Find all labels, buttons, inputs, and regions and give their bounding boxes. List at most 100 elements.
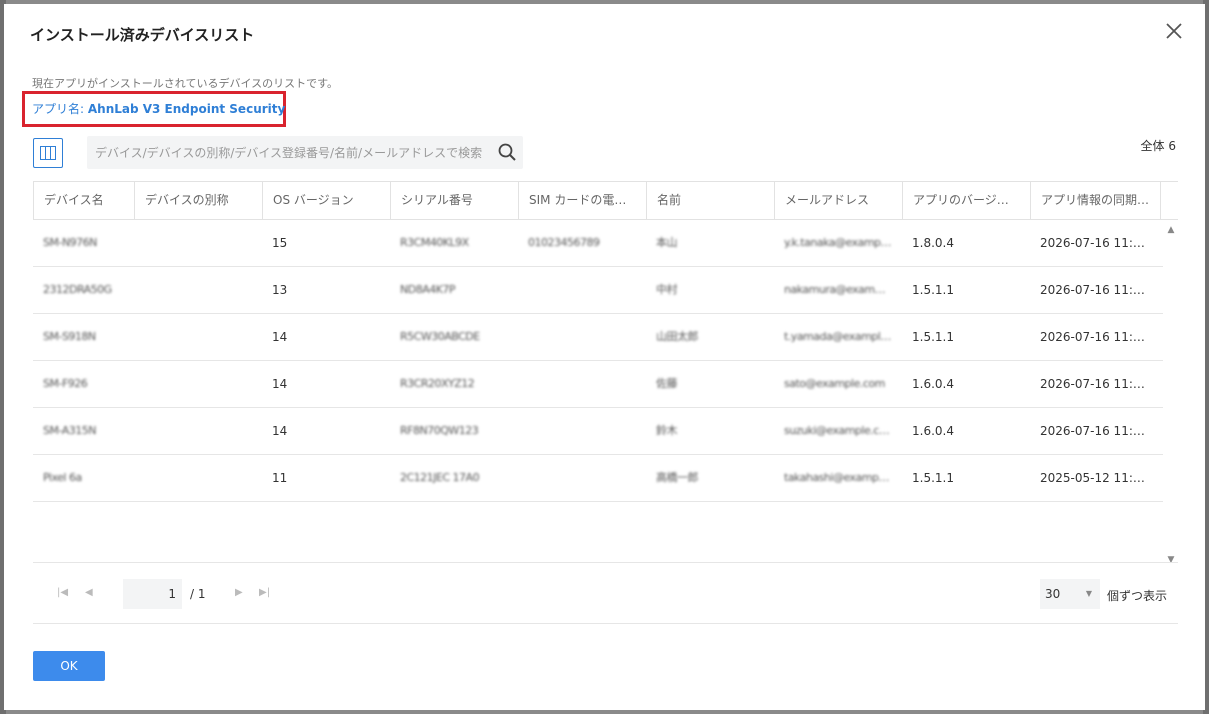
column-header-name[interactable]: 名前	[647, 182, 775, 219]
cell-email: takahashi@example.com	[784, 471, 902, 484]
cell-app-version: 1.5.1.1	[912, 283, 954, 297]
cell-sim-phone	[518, 455, 646, 501]
cell-sim-phone	[518, 361, 646, 407]
ok-button[interactable]: OK	[33, 651, 105, 681]
cell-device-name: Pixel 6a	[43, 471, 82, 484]
vertical-scrollbar[interactable]: ▲ ▼	[1164, 220, 1178, 565]
column-header-os-version[interactable]: OS バージョン	[263, 182, 391, 219]
dialog-description: 現在アプリがインストールされているデバイスのリストです。	[32, 77, 339, 90]
cell-name: 鈴木	[656, 424, 678, 437]
page-number-input[interactable]	[123, 579, 182, 609]
prev-page-icon[interactable]: ◀	[85, 587, 93, 598]
table-body: SM-N976N 15 R3CM40KL9X 01023456789 本山 y.k.tan…	[33, 220, 1178, 502]
cell-sim-phone: 01023456789	[528, 236, 600, 249]
table-row[interactable]: 2312DRA50G 13 ND8A4K7P 中村 nakamura@example.c…	[33, 267, 1163, 314]
table-header: デバイス名 デバイスの別称 OS バージョン シリアル番号 SIM カードの電話…	[33, 182, 1178, 220]
cell-name: 佐藤	[656, 377, 678, 390]
column-settings-button[interactable]	[33, 138, 63, 168]
total-count: 全体 6	[1140, 139, 1176, 153]
cell-email: t.yamada@example.com	[784, 330, 902, 343]
column-header-device-alias[interactable]: デバイスの別称	[135, 182, 263, 219]
cell-device-alias	[134, 455, 262, 501]
cell-sim-phone	[518, 267, 646, 313]
cell-name: 高橋一郎	[656, 471, 699, 484]
column-header-serial[interactable]: シリアル番号	[391, 182, 519, 219]
per-page-value: 30	[1045, 587, 1061, 601]
cell-device-alias	[134, 220, 262, 266]
device-table: デバイス名 デバイスの別称 OS バージョン シリアル番号 SIM カードの電話…	[33, 181, 1178, 565]
cell-sync-time: 2026-07-16 11:…	[1040, 283, 1145, 297]
table-row[interactable]: SM-F926 14 R3CR20XYZ12 佐藤 sato@example.com 1.…	[33, 361, 1163, 408]
close-button[interactable]	[1163, 20, 1185, 42]
cell-serial: ND8A4K7P	[400, 283, 456, 296]
cell-os-version: 13	[272, 283, 288, 297]
cell-device-name: SM-F926	[43, 377, 88, 390]
pagination: |◀ ◀ / 1 ▶ ▶| 30 ▼ 個ずつ表示	[33, 562, 1178, 624]
cell-app-version: 1.5.1.1	[912, 471, 954, 485]
cell-app-version: 1.6.0.4	[912, 424, 954, 438]
per-page-label: 個ずつ表示	[1107, 589, 1168, 603]
cell-name: 本山	[656, 236, 678, 249]
table-row[interactable]: SM-N976N 15 R3CM40KL9X 01023456789 本山 y.k.tan…	[33, 220, 1163, 267]
cell-device-alias	[134, 314, 262, 360]
cell-device-name: SM-A315N	[43, 424, 96, 437]
cell-sync-time: 2026-07-16 11:…	[1040, 424, 1145, 438]
cell-serial: R3CM40KL9X	[400, 236, 469, 249]
cell-email: y.k.tanaka@example.com	[784, 236, 902, 249]
cell-app-version: 1.6.0.4	[912, 377, 954, 391]
scroll-up-icon[interactable]: ▲	[1166, 225, 1176, 235]
cell-os-version: 15	[272, 236, 288, 250]
chevron-down-icon: ▼	[1085, 589, 1092, 598]
cell-os-version: 14	[272, 377, 288, 391]
table-row[interactable]: SM-A315N 14 RF8N70QW123 鈴木 suzuki@example.co…	[33, 408, 1163, 455]
last-page-icon[interactable]: ▶|	[259, 587, 270, 598]
cell-os-version: 14	[272, 424, 288, 438]
dialog-title: インストール済みデバイスリスト	[30, 26, 255, 44]
column-header-email[interactable]: メールアドレス	[775, 182, 903, 219]
close-icon	[1166, 23, 1182, 39]
cell-app-version: 1.5.1.1	[912, 330, 954, 344]
cell-device-alias	[134, 267, 262, 313]
cell-serial: R3CR20XYZ12	[400, 377, 475, 390]
column-header-app-version[interactable]: アプリのバージョン	[903, 182, 1031, 219]
column-header-sync-time[interactable]: アプリ情報の同期日時	[1031, 182, 1161, 219]
cell-email: suzuki@example.com	[784, 424, 896, 437]
cell-email: sato@example.com	[784, 377, 885, 390]
cell-sync-time: 2026-07-16 11:…	[1040, 330, 1145, 344]
cell-serial: 2C121JEC 17A0	[400, 471, 480, 484]
app-name: AhnLab V3 Endpoint Security	[87, 102, 286, 116]
next-page-icon[interactable]: ▶	[235, 587, 243, 598]
cell-device-alias	[134, 408, 262, 454]
column-header-sim-phone[interactable]: SIM カードの電話…	[519, 182, 647, 219]
search-icon[interactable]	[497, 142, 517, 162]
installed-devices-dialog: インストール済みデバイスリスト 現在アプリがインストールされているデバイスのリス…	[4, 4, 1205, 710]
app-label-prefix: アプリ名:	[32, 102, 88, 116]
search-box	[87, 136, 523, 169]
table-row[interactable]: SM-S918N 14 R5CW30ABCDE 山田太郎 t.yamada@exampl…	[33, 314, 1163, 361]
cell-name: 山田太郎	[656, 330, 699, 343]
column-header-device-name[interactable]: デバイス名	[34, 182, 135, 219]
cell-sync-time: 2025-05-12 11:…	[1040, 471, 1145, 485]
cell-sync-time: 2026-07-16 11:…	[1040, 377, 1145, 391]
cell-name: 中村	[656, 283, 678, 296]
cell-device-name: SM-S918N	[43, 330, 96, 343]
cell-device-name: 2312DRA50G	[43, 283, 112, 296]
cell-serial: RF8N70QW123	[400, 424, 479, 437]
per-page-select[interactable]: 30 ▼	[1040, 579, 1100, 609]
columns-icon	[40, 146, 56, 160]
cell-email: nakamura@example.com	[784, 283, 902, 296]
cell-app-version: 1.8.0.4	[912, 236, 954, 250]
cell-device-name: SM-N976N	[43, 236, 97, 249]
cell-sync-time: 2026-07-16 11:…	[1040, 236, 1145, 250]
first-page-icon[interactable]: |◀	[57, 587, 68, 598]
search-input[interactable]	[87, 136, 503, 169]
cell-os-version: 11	[272, 471, 288, 485]
cell-sim-phone	[518, 314, 646, 360]
total-pages: / 1	[190, 587, 206, 601]
cell-device-alias	[134, 361, 262, 407]
cell-os-version: 14	[272, 330, 288, 344]
table-row[interactable]: Pixel 6a 11 2C121JEC 17A0 高橋一郎 takahashi@exa…	[33, 455, 1163, 502]
cell-sim-phone	[518, 408, 646, 454]
app-name-label: アプリ名: AhnLab V3 Endpoint Security	[32, 100, 285, 117]
cell-serial: R5CW30ABCDE	[400, 330, 480, 343]
